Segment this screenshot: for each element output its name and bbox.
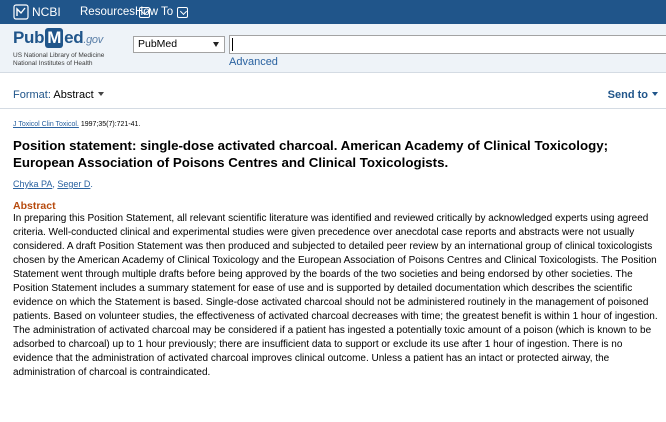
caret-down-icon — [652, 92, 658, 96]
database-select-value: PubMed — [138, 38, 178, 50]
how-to-label: How To — [135, 6, 174, 18]
chevron-down-icon — [177, 6, 189, 18]
format-menu[interactable]: Format: Abstract — [13, 89, 104, 101]
resources-label: Resources — [80, 6, 135, 18]
text-caret — [232, 38, 233, 51]
how-to-menu[interactable]: How To — [135, 4, 189, 20]
citation-details: 1997;35(7):721-41. — [78, 121, 141, 128]
format-value: Abstract — [53, 89, 94, 101]
citation: J Toxicol Clin Toxicol. 1997;35(7):721-4… — [13, 121, 140, 128]
author-terminator: . — [90, 179, 93, 189]
pubmed-logo[interactable]: Pub Med.gov — [13, 28, 103, 48]
author-link[interactable]: Seger D — [57, 179, 90, 189]
journal-link[interactable]: J Toxicol Clin Toxicol. — [13, 121, 79, 128]
ncbi-logo-icon — [13, 4, 29, 20]
ncbi-brand-text: NCBI — [32, 5, 61, 19]
ncbi-header-bar: NCBI Resources How To — [0, 0, 666, 24]
search-input[interactable] — [229, 35, 666, 54]
logo-subtitle-nlm: US National Library of Medicine — [13, 52, 105, 59]
logo-gov-text: .gov — [83, 34, 103, 46]
article-title: Position statement: single-dose activate… — [13, 138, 609, 170]
header-divider — [0, 72, 666, 73]
logo-ed-text: ed — [64, 28, 84, 47]
format-label: Format: — [13, 89, 51, 101]
logo-subtitle-nih: National Institutes of Health — [13, 60, 93, 67]
author-list: Chyka PA, Seger D. — [13, 179, 93, 189]
logo-pub-text: Pub — [13, 28, 45, 47]
author-link[interactable]: Chyka PA — [13, 179, 52, 189]
logo-m-badge: M — [45, 28, 64, 48]
caret-down-icon — [97, 92, 104, 96]
abstract-heading: Abstract — [13, 200, 56, 212]
advanced-search-link[interactable]: Advanced — [229, 56, 278, 68]
toolbar-divider — [0, 108, 666, 109]
send-to-label: Send to — [607, 89, 648, 101]
dropdown-arrow-icon — [213, 42, 219, 47]
send-to-menu[interactable]: Send to — [608, 89, 658, 101]
database-select[interactable]: PubMed — [133, 36, 225, 53]
abstract-text: In preparing this Position Statement, al… — [13, 213, 658, 378]
ncbi-home-link[interactable]: NCBI — [13, 3, 61, 21]
